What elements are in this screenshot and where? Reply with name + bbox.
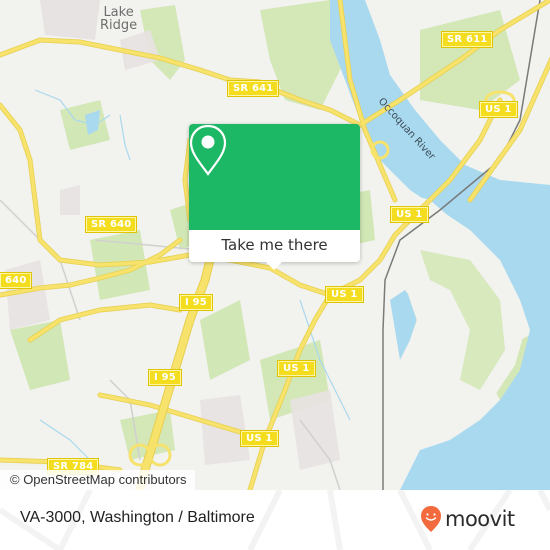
moovit-wordmark: moovit [445, 507, 515, 531]
location-pin-icon [189, 124, 227, 176]
road-shield-sr640: SR 640 [86, 217, 137, 232]
moovit-logo[interactable]: moovit [420, 504, 515, 534]
road-shield-sr641: SR 641 [228, 81, 279, 96]
destination-popup: Take me there [189, 124, 360, 270]
popup-header [189, 124, 360, 230]
take-me-there-button[interactable]: Take me there [189, 230, 360, 262]
location-title: VA-3000, Washington / Baltimore [20, 509, 255, 526]
road-shield-i95: I 95 [149, 370, 181, 385]
place-label-lake-ridge: Lake Ridge [100, 6, 137, 32]
popup-pointer [265, 261, 283, 270]
map-view[interactable]: Lake Ridge Occoquan River SR 611 SR 641 … [0, 0, 550, 490]
road-shield-i95: I 95 [180, 295, 212, 310]
map-attribution[interactable]: © OpenStreetMap contributors [0, 470, 195, 490]
moovit-pin-icon [421, 506, 441, 532]
road-shield-us1: US 1 [480, 102, 517, 117]
road-shield-sr640: 640 [0, 273, 32, 288]
road-shield-us1: US 1 [241, 431, 278, 446]
place-label-line: Ridge [100, 18, 138, 33]
road-shield-us1: US 1 [391, 207, 428, 222]
road-shield-sr611: SR 611 [442, 32, 493, 47]
footer: VA-3000, Washington / Baltimore moovit [0, 490, 550, 550]
road-shield-us1: US 1 [326, 287, 363, 302]
road-shield-us1: US 1 [278, 361, 315, 376]
